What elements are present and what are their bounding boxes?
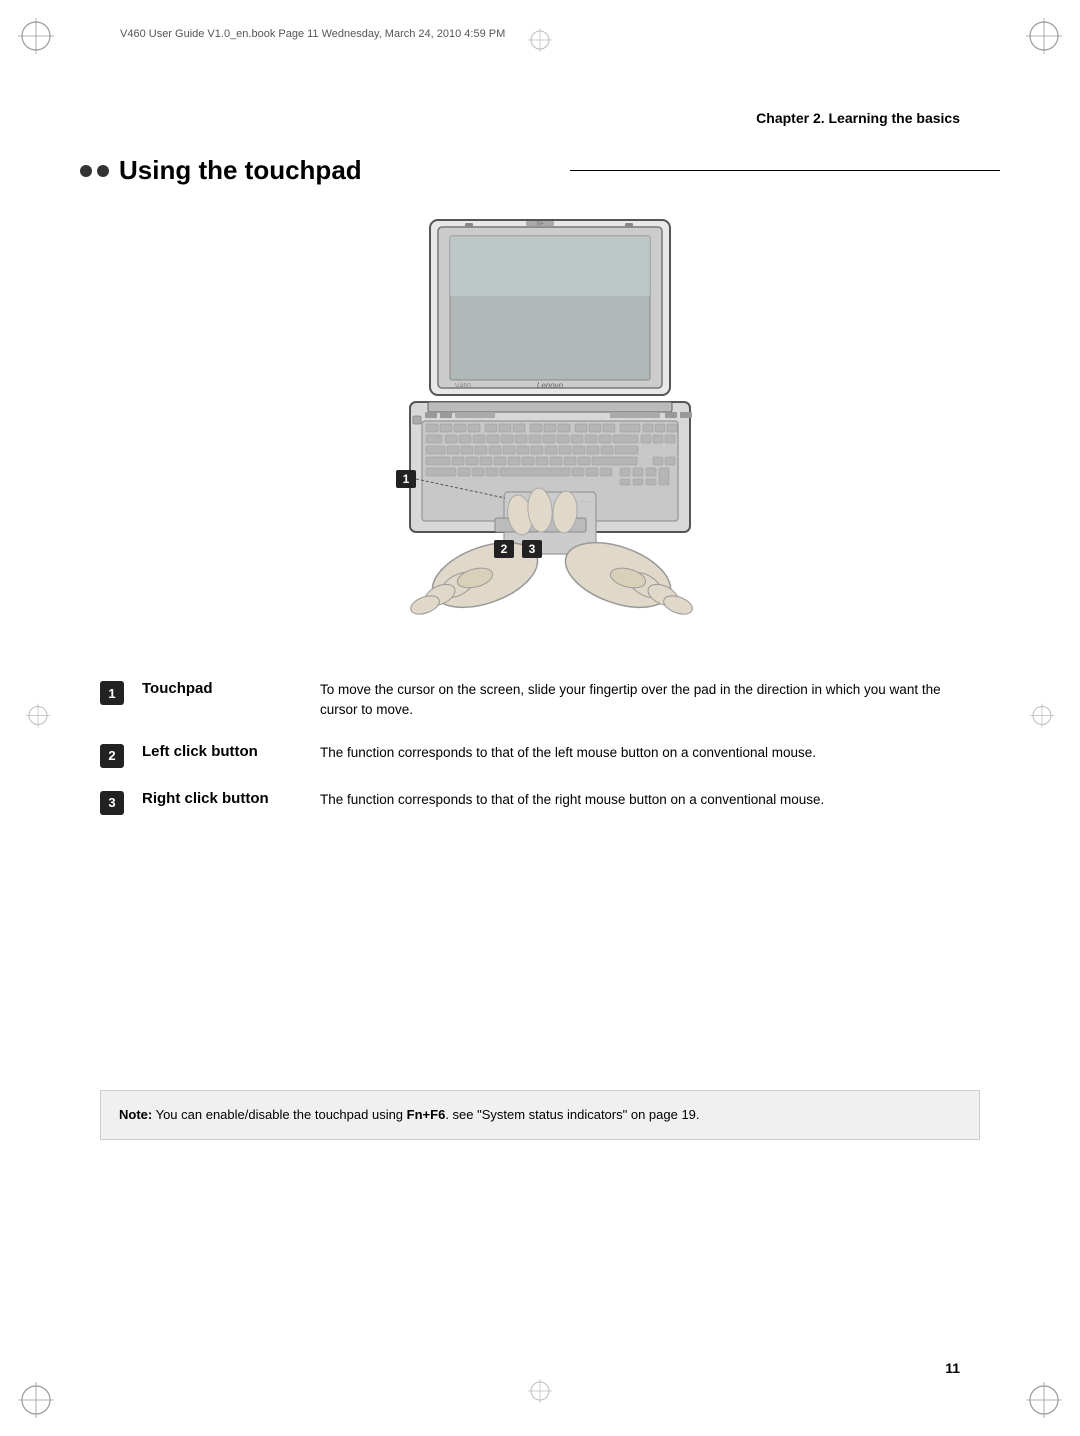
section-title-line <box>570 170 1001 172</box>
label-badge-1: 1 <box>100 681 124 705</box>
chapter-heading: Chapter 2. Learning the basics <box>756 110 960 126</box>
section-title-container: Using the touchpad <box>80 155 1000 186</box>
svg-text:1: 1 <box>403 472 410 486</box>
laptop-illustration: Lenovo V460 ⊡+ <box>310 210 770 650</box>
note-bold-label: Note: <box>119 1107 152 1122</box>
reg-mark-top-left <box>18 18 54 54</box>
callout-3: 3 <box>522 540 542 558</box>
note-text-2: . see "System status indicators" on page… <box>445 1107 699 1122</box>
label-row-1: 1 Touchpad To move the cursor on the scr… <box>100 680 980 721</box>
callout-2: 2 <box>494 540 514 558</box>
label-row-3: 3 Right click button The function corres… <box>100 790 980 815</box>
svg-text:⊡+: ⊡+ <box>536 221 543 227</box>
laptop-base <box>410 402 692 554</box>
note-box: Note: You can enable/disable the touchpa… <box>100 1090 980 1140</box>
labels-section: 1 Touchpad To move the cursor on the scr… <box>100 680 980 837</box>
label-description-3: The function corresponds to that of the … <box>320 790 980 810</box>
label-description-1: To move the cursor on the screen, slide … <box>320 680 980 721</box>
reg-mark-right-center <box>1030 704 1054 733</box>
reg-mark-bottom-right <box>1026 1382 1062 1418</box>
header-meta: V460 User Guide V1.0_en.book Page 11 Wed… <box>120 28 505 40</box>
note-keys: Fn+F6 <box>407 1107 446 1122</box>
label-title-3: Right click button <box>142 790 302 807</box>
label-description-2: The function corresponds to that of the … <box>320 743 980 763</box>
reg-mark-top-right <box>1026 18 1062 54</box>
section-bullet-2 <box>97 165 109 177</box>
reg-mark-left-center <box>26 704 50 733</box>
laptop-svg: Lenovo V460 ⊡+ <box>310 210 770 650</box>
label-badge-3: 3 <box>100 791 124 815</box>
page-number: 11 <box>945 1360 960 1376</box>
section-bullet-1 <box>80 165 92 177</box>
svg-text:3: 3 <box>529 542 536 556</box>
reg-mark-bottom-center <box>528 1379 552 1408</box>
label-title-1: Touchpad <box>142 680 302 697</box>
note-text-1: You can enable/disable the touchpad usin… <box>152 1107 406 1122</box>
section-title-bullets <box>80 165 109 177</box>
svg-text:V460: V460 <box>455 383 471 390</box>
laptop-lid: Lenovo V460 ⊡+ <box>430 220 670 395</box>
label-row-2: 2 Left click button The function corresp… <box>100 743 980 768</box>
reg-mark-bottom-left <box>18 1382 54 1418</box>
svg-text:Lenovo: Lenovo <box>537 381 564 390</box>
section-title-text: Using the touchpad <box>119 155 550 186</box>
svg-text:2: 2 <box>501 542 508 556</box>
label-title-2: Left click button <box>142 743 302 760</box>
label-badge-2: 2 <box>100 744 124 768</box>
reg-mark-top-center <box>528 28 552 57</box>
